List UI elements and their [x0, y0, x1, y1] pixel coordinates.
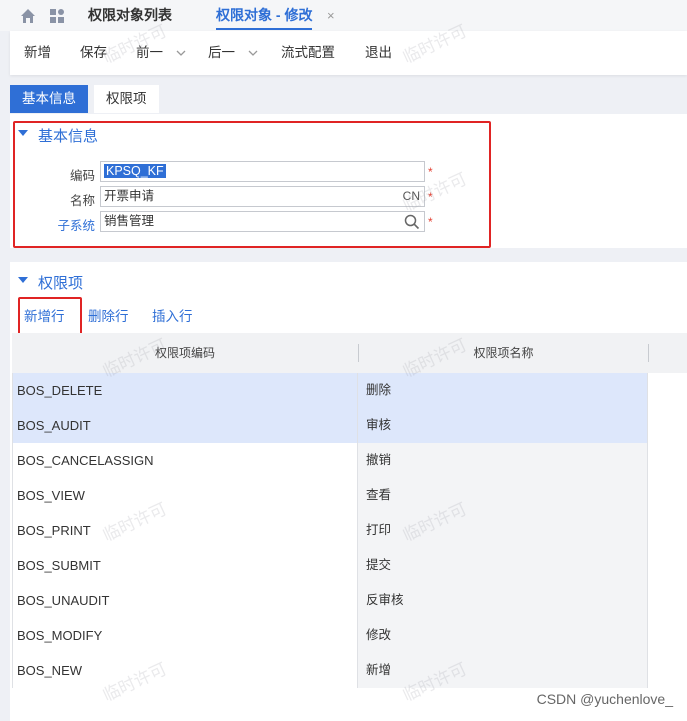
- permission-code-cell[interactable]: BOS_SUBMIT: [12, 548, 358, 583]
- table-row[interactable]: BOS_DELETE 删除: [12, 373, 648, 408]
- column-header-name[interactable]: 权限项名称: [359, 333, 648, 373]
- table-row[interactable]: BOS_PRINT 打印: [12, 513, 648, 548]
- table-row[interactable]: BOS_MODIFY 修改: [12, 618, 648, 653]
- save-button-label: 保存: [80, 45, 107, 60]
- home-icon[interactable]: [19, 7, 37, 25]
- permission-code-cell[interactable]: BOS_AUDIT: [12, 408, 358, 443]
- exit-button-label: 退出: [365, 45, 392, 60]
- permission-code-cell[interactable]: BOS_PRINT: [12, 513, 358, 548]
- tab-label: 权限对象 - 修改: [216, 7, 313, 23]
- grid-body: BOS_DELETE 删除 BOS_AUDIT 审核 BOS_CANCELASSIGN 撤…: [12, 373, 648, 688]
- new-button-label: 新增: [24, 45, 51, 60]
- collapse-triangle-icon[interactable]: [18, 277, 28, 283]
- permission-name-cell: 撤销: [358, 443, 648, 478]
- permission-code-cell[interactable]: BOS_CANCELASSIGN: [12, 443, 358, 478]
- flow-config-label: 流式配置: [281, 45, 335, 60]
- permission-name-cell: 删除: [358, 373, 648, 408]
- exit-button[interactable]: 退出: [365, 31, 392, 75]
- table-row[interactable]: BOS_SUBMIT 提交: [12, 548, 648, 583]
- permission-code-cell[interactable]: BOS_DELETE: [12, 373, 358, 408]
- tab-basic-info[interactable]: 基本信息: [10, 85, 88, 113]
- table-row[interactable]: BOS_UNAUDIT 反审核: [12, 583, 648, 618]
- permission-name-cell: 修改: [358, 618, 648, 653]
- delete-row-button[interactable]: 删除行: [88, 305, 129, 325]
- tab-permission-items[interactable]: 权限项: [94, 85, 159, 113]
- permission-name-cell: 审核: [358, 408, 648, 443]
- tab-object-edit[interactable]: 权限对象 - 修改: [216, 0, 313, 31]
- toolbar: 新增 保存 前一 后一 流式配置 退出: [10, 31, 687, 75]
- insert-row-button[interactable]: 插入行: [152, 305, 193, 325]
- permission-code-cell[interactable]: BOS_NEW: [12, 653, 358, 688]
- column-divider[interactable]: [648, 344, 649, 362]
- flow-config-button[interactable]: 流式配置: [281, 31, 335, 75]
- permission-code-cell[interactable]: BOS_VIEW: [12, 478, 358, 513]
- active-tab-underline: [216, 28, 313, 30]
- permission-code-cell[interactable]: BOS_UNAUDIT: [12, 583, 358, 618]
- table-row[interactable]: BOS_NEW 新增: [12, 653, 648, 688]
- save-button[interactable]: 保存: [80, 31, 107, 75]
- highlight-box-basic-info: [13, 121, 491, 248]
- tab-label: 权限对象列表: [88, 7, 172, 23]
- tab-label: 基本信息: [22, 91, 76, 106]
- permission-name-cell: 打印: [358, 513, 648, 548]
- previous-button[interactable]: 前一: [136, 31, 187, 75]
- permission-code-cell[interactable]: BOS_MODIFY: [12, 618, 358, 653]
- next-button-label: 后一: [208, 45, 235, 60]
- next-button[interactable]: 后一: [208, 31, 259, 75]
- column-header-code[interactable]: 权限项编码: [12, 333, 358, 373]
- top-tab-bar: 权限对象列表 权限对象 - 修改 ×: [0, 0, 687, 31]
- table-row[interactable]: BOS_CANCELASSIGN 撤销: [12, 443, 648, 478]
- chevron-down-icon: [248, 50, 258, 56]
- tab-label: 权限项: [106, 91, 147, 106]
- tab-object-list[interactable]: 权限对象列表: [88, 0, 172, 31]
- chevron-down-icon: [176, 50, 186, 56]
- permission-name-cell: 查看: [358, 478, 648, 513]
- table-row[interactable]: BOS_VIEW 查看: [12, 478, 648, 513]
- permission-name-cell: 新增: [358, 653, 648, 688]
- new-button[interactable]: 新增: [24, 31, 51, 75]
- table-row[interactable]: BOS_AUDIT 审核: [12, 408, 648, 443]
- app-grid-icon[interactable]: [48, 7, 66, 25]
- permission-name-cell: 反审核: [358, 583, 648, 618]
- grid-header: 权限项编码 权限项名称: [12, 333, 687, 373]
- section-title-items: 权限项: [38, 275, 84, 292]
- close-icon[interactable]: ×: [327, 0, 335, 31]
- source-credit: CSDN @yuchenlove_: [536, 691, 673, 707]
- permission-name-cell: 提交: [358, 548, 648, 583]
- previous-button-label: 前一: [136, 45, 163, 60]
